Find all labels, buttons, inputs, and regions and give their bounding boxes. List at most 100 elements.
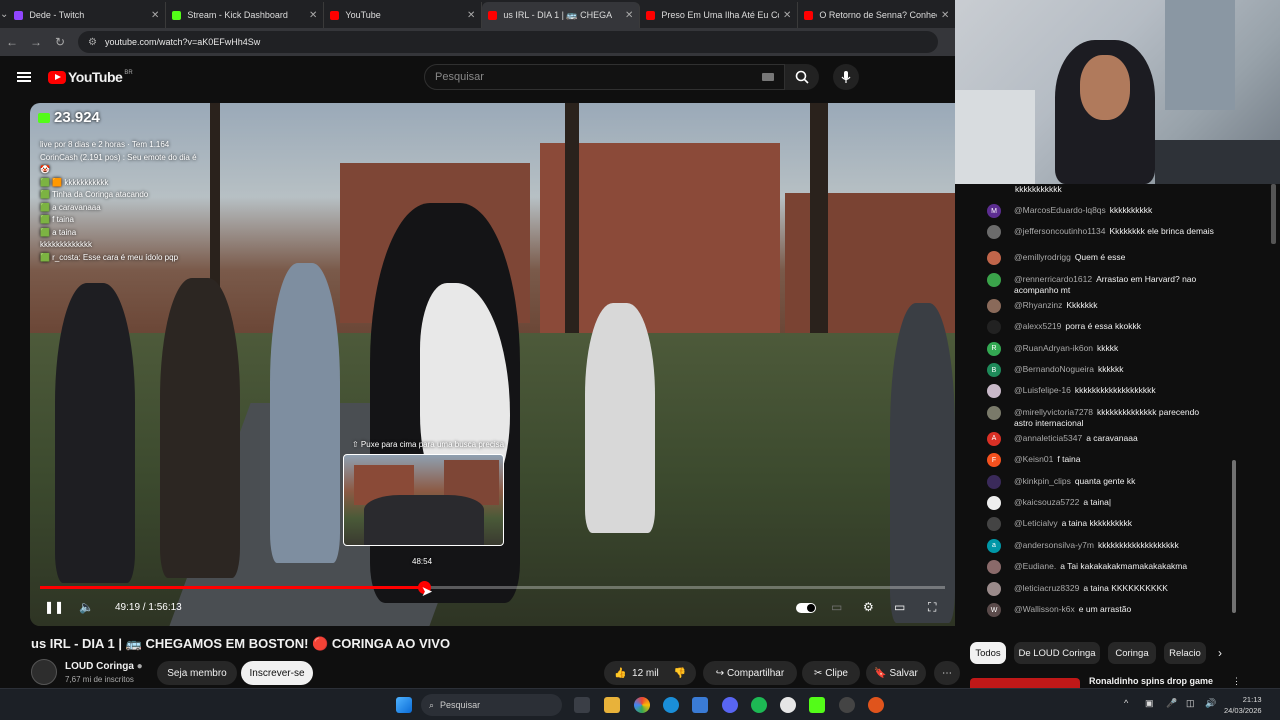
chat-avatar[interactable]: [987, 517, 1001, 532]
obs-icon[interactable]: [839, 697, 855, 713]
recommended-more-icon[interactable]: ⋮: [1232, 676, 1241, 687]
chat-username[interactable]: @Eudiane.: [1014, 561, 1056, 571]
subscribe-button[interactable]: Inscrever-se: [241, 661, 313, 685]
channel-avatar[interactable]: [31, 659, 57, 685]
chat-username[interactable]: @emillyrodrigg: [1014, 252, 1071, 262]
browser-tab[interactable]: O Retorno de Senna? Conheça ✕: [798, 2, 957, 28]
chat-username[interactable]: @mirellyvictoria7278: [1014, 407, 1093, 417]
chat-avatar[interactable]: F: [987, 453, 1001, 468]
chip-2[interactable]: Coringa: [1108, 642, 1156, 664]
more-actions-icon[interactable]: ⋯: [934, 661, 960, 685]
video-player[interactable]: 23.924 live por 8 dias e 2 horas · Tem 1…: [30, 103, 955, 626]
tab-search-icon[interactable]: ⌄: [0, 0, 8, 28]
close-tab-icon[interactable]: ✕: [783, 10, 791, 21]
fullscreen-icon[interactable]: ⛶: [928, 600, 936, 615]
chat-avatar[interactable]: [987, 496, 1001, 510]
pause-icon[interactable]: ❚❚: [44, 600, 64, 614]
youtube-logo[interactable]: YouTube BR: [48, 69, 133, 85]
browser-tab[interactable]: us IRL - DIA 1 | 🚌 CHEGA ✕: [482, 2, 641, 28]
chat-avatar[interactable]: [987, 474, 1001, 489]
chat-username[interactable]: @Rhyanzinz: [1014, 300, 1062, 310]
chat-avatar[interactable]: a: [987, 538, 1001, 553]
chip-3[interactable]: Relacio: [1164, 642, 1206, 664]
store-icon[interactable]: [692, 697, 708, 713]
share-button[interactable]: ↪ Compartilhar: [703, 661, 797, 685]
chip-1[interactable]: De LOUD Coringa: [1014, 642, 1100, 664]
chat-username[interactable]: @BernandoNogueira: [1014, 364, 1094, 374]
chip-0[interactable]: Todos: [970, 642, 1006, 664]
volume-tray-icon[interactable]: 🔊: [1205, 698, 1216, 709]
back-icon[interactable]: ←: [0, 35, 24, 49]
chat-scrollbar[interactable]: [1232, 460, 1236, 613]
chat-username[interactable]: @RuanAdryan-ik6on: [1014, 343, 1093, 353]
discord-icon[interactable]: [722, 697, 738, 713]
task-view-icon[interactable]: [574, 697, 590, 713]
chat-username[interactable]: @jeffersoncoutinho1134: [1014, 226, 1106, 236]
settings-icon[interactable]: ⚙: [863, 600, 874, 614]
site-info-icon[interactable]: ⚙: [88, 37, 97, 48]
chat-username[interactable]: @Keisn01: [1014, 454, 1053, 464]
chat-username[interactable]: @MarcosEduardo-lq8qs: [1014, 205, 1106, 215]
theater-mode-icon[interactable]: ▭: [894, 600, 905, 614]
chat-username[interactable]: @Leticialvy: [1014, 518, 1058, 528]
close-tab-icon[interactable]: ✕: [941, 10, 949, 21]
chat-avatar[interactable]: [987, 320, 1001, 335]
chat-avatar[interactable]: [987, 272, 1001, 287]
chat-avatar[interactable]: [987, 560, 1001, 575]
recommended-video[interactable]: Ronaldinho spins drop game ⋮: [970, 676, 1260, 688]
chat-avatar[interactable]: B: [987, 363, 1001, 377]
search-input[interactable]: Pesquisar: [424, 64, 785, 90]
reload-icon[interactable]: ↻: [48, 35, 72, 49]
chat-avatar[interactable]: A: [987, 431, 1001, 446]
taskbar-search[interactable]: ⌕ Pesquisar: [421, 694, 562, 716]
browser-tab[interactable]: Dede - Twitch ✕: [8, 2, 167, 28]
chat-username[interactable]: @alexx5219: [1014, 321, 1061, 331]
dislike-button[interactable]: 👎: [665, 661, 695, 685]
voice-search-button[interactable]: [833, 64, 859, 90]
close-tab-icon[interactable]: ✕: [467, 10, 475, 21]
chat-avatar[interactable]: [987, 225, 1001, 240]
chat-avatar[interactable]: [987, 384, 1001, 399]
app-icon[interactable]: [780, 697, 796, 713]
chat-avatar[interactable]: R: [987, 341, 1001, 356]
spotify-icon[interactable]: [751, 697, 767, 713]
page-scrollbar[interactable]: [1271, 184, 1276, 244]
chat-username[interactable]: @kaicsouza5722: [1014, 497, 1079, 507]
forward-icon[interactable]: →: [24, 35, 48, 49]
tray-overflow-icon[interactable]: ^: [1124, 698, 1128, 708]
keyboard-icon[interactable]: [762, 73, 774, 81]
chat-username[interactable]: @annaleticia5347: [1014, 433, 1082, 443]
close-tab-icon[interactable]: ✕: [309, 10, 317, 21]
autoplay-toggle[interactable]: [796, 603, 816, 613]
file-explorer-icon[interactable]: [604, 697, 620, 713]
channel-name[interactable]: LOUD Coringa ●: [65, 661, 143, 672]
microphone-tray-icon[interactable]: 🎤: [1166, 698, 1177, 709]
close-tab-icon[interactable]: ✕: [151, 10, 159, 21]
system-clock[interactable]: 21:13 24/03/2026: [1224, 694, 1262, 716]
volume-icon[interactable]: 🔈: [79, 600, 94, 614]
chat-avatar[interactable]: M: [987, 204, 1001, 218]
url-field[interactable]: ⚙ youtube.com/watch?v=aK0EFwHh4Sw: [78, 31, 938, 53]
network-icon[interactable]: ◫: [1186, 698, 1195, 709]
search-button[interactable]: [785, 64, 819, 90]
chat-username[interactable]: @kinkpin_clips: [1014, 476, 1071, 486]
app2-icon[interactable]: [868, 697, 884, 713]
edge-icon[interactable]: [663, 697, 679, 713]
chat-avatar[interactable]: [987, 405, 1001, 420]
windows-start-icon[interactable]: [396, 697, 412, 713]
chat-username[interactable]: @Luisfelipe-16: [1014, 385, 1071, 395]
browser-tab[interactable]: YouTube ✕: [324, 2, 483, 28]
chevron-right-icon[interactable]: ›: [1218, 646, 1222, 660]
save-button[interactable]: 🔖 Salvar: [866, 661, 926, 685]
chat-avatar[interactable]: [987, 581, 1001, 596]
kick-icon[interactable]: [809, 697, 825, 713]
chrome-icon[interactable]: [634, 697, 650, 713]
chat-username[interactable]: @andersonsilva-y7m: [1014, 540, 1094, 550]
subtitles-icon[interactable]: ▭: [831, 600, 842, 614]
progress-bar[interactable]: [40, 586, 945, 589]
join-button[interactable]: Seja membro: [157, 661, 237, 685]
menu-icon[interactable]: [17, 72, 31, 82]
clip-button[interactable]: ✂ Clipe: [802, 661, 860, 685]
close-tab-icon[interactable]: ✕: [625, 10, 633, 21]
chat-avatar[interactable]: [987, 251, 1001, 266]
